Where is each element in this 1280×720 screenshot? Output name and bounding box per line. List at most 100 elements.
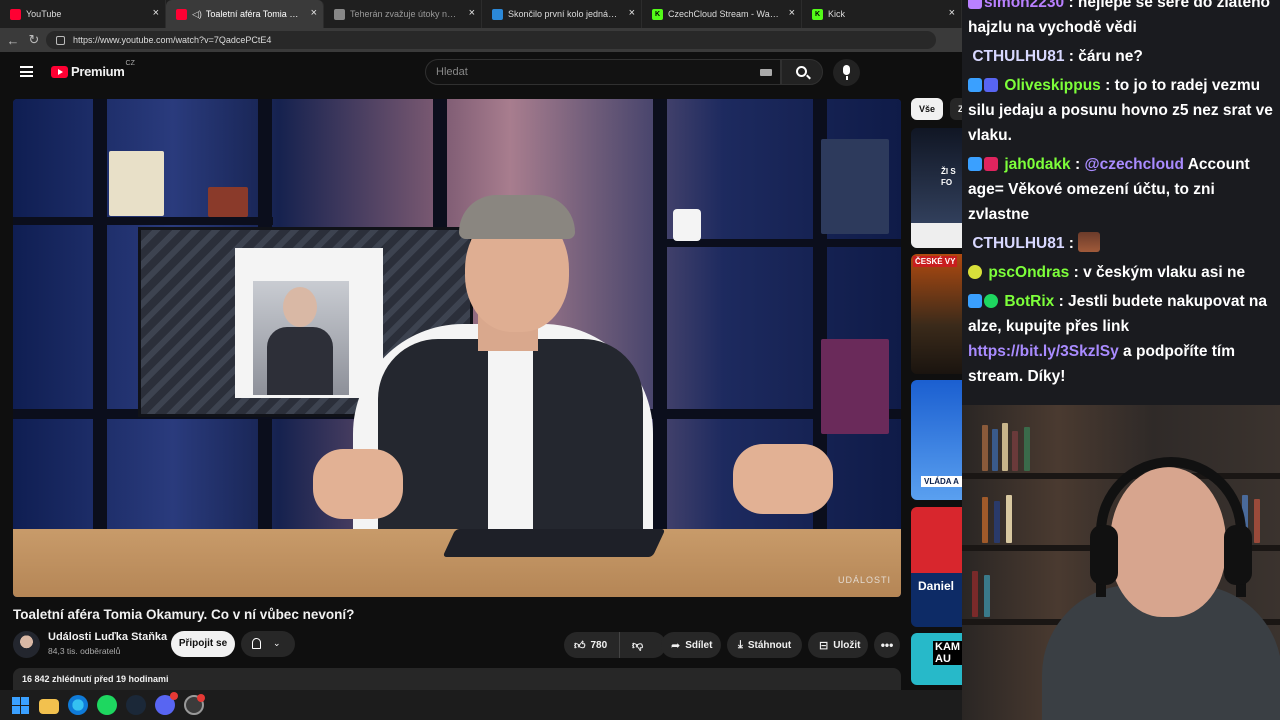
chat-username: CTHULHU81 [972, 48, 1065, 65]
download-button[interactable]: ⤓ Stáhnout [727, 632, 802, 658]
recommended-video-thumbnail[interactable]: Daniel [911, 507, 962, 627]
search-input[interactable]: Hledat [425, 59, 781, 85]
logo-text: Premium [71, 64, 125, 79]
microphone-icon [843, 65, 850, 75]
spotify-icon[interactable] [97, 695, 117, 715]
menu-icon[interactable] [20, 66, 33, 77]
recommended-video-thumbnail[interactable]: ŽI S FO [911, 128, 962, 248]
bookmark-icon: ⊟ [819, 639, 829, 652]
address-bar: ← ↻ https://www.youtube.com/watch?v=7Qad… [0, 28, 962, 52]
chip-all[interactable]: Vše [911, 98, 944, 120]
save-button[interactable]: ⊟ Uložit [808, 632, 868, 658]
download-icon: ⤓ [738, 638, 743, 651]
download-label: Stáhnout [747, 639, 792, 651]
join-button[interactable]: Připojit se [171, 631, 235, 657]
recommended-video-thumbnail[interactable]: ČESKÉ VY [911, 254, 962, 374]
file-explorer-icon[interactable] [39, 699, 59, 714]
badge-icon [968, 157, 982, 171]
chat-message: pscOndras : v českým vlaku asi ne [968, 258, 1274, 287]
chat-message: jah0dakk : @czechcloud Account age= Věko… [968, 156, 1250, 223]
chat-username: CTHULHU81 [972, 235, 1065, 252]
tab-label: Toaletní aféra Tomia Okamury [205, 9, 301, 19]
tab-teheran[interactable]: Teherán zvažuje útoky na vojenské × [324, 0, 482, 28]
description-box[interactable]: 16 842 zhlédnutí před 19 hodinami [13, 668, 901, 690]
chat-username: simon2230 [984, 0, 1065, 11]
tab-czechcloud[interactable]: K CzechCloud Stream - Watch Live o × [642, 0, 802, 28]
windows-taskbar [0, 690, 962, 720]
voice-search-button[interactable] [833, 59, 860, 86]
thumbnail-text: VLÁDA A [921, 476, 962, 487]
tab-label: Teherán zvažuje útoky na vojenské [350, 9, 459, 19]
chat-message: CTHULHU81 : [968, 229, 1274, 258]
subscriber-count: 84,3 tis. odběratelů [48, 646, 121, 656]
chat-message: CTHULHU81 : čáru ne? [972, 48, 1143, 65]
keyboard-icon[interactable] [760, 69, 772, 76]
video-player[interactable]: UDÁLOSTI [13, 99, 901, 597]
tab-label: YouTube [26, 9, 62, 19]
dislike-button[interactable]: 👎︎ [620, 639, 643, 652]
close-icon[interactable]: × [311, 8, 317, 19]
youtube-logo[interactable]: Premium CZ [51, 60, 135, 79]
tab-toaletni-afera[interactable]: ◁) Toaletní aféra Tomia Okamury × [166, 0, 324, 28]
close-icon[interactable]: × [469, 8, 475, 19]
chat-text: v českým vlaku asi ne [1083, 264, 1246, 281]
edge-icon[interactable] [68, 695, 88, 715]
chevron-down-icon: ⌄ [273, 638, 281, 648]
chat-text: čáru ne? [1078, 48, 1143, 65]
save-label: Uložit [833, 639, 861, 651]
back-icon[interactable]: ← [0, 33, 26, 48]
badge-icon [968, 78, 982, 92]
reload-icon[interactable]: ↻ [26, 32, 42, 48]
channel-name[interactable]: Události Luďka Staňka [48, 631, 167, 643]
kick-icon: K [812, 8, 823, 20]
browser-tab-bar: YouTube × ◁) Toaletní aféra Tomia Okamur… [0, 0, 962, 28]
notification-button[interactable]: ⌄ [241, 631, 295, 657]
close-icon[interactable]: × [629, 8, 635, 19]
stream-chat-overlay: simon2230 : nejlepe se sere do zlateho h… [962, 0, 1280, 405]
steam-icon[interactable] [126, 695, 146, 715]
like-dislike-group: 👍︎ 780 👎︎ [564, 632, 666, 658]
views-line: 16 842 zhlédnutí před 19 hodinami [22, 674, 169, 684]
close-icon[interactable]: × [153, 8, 159, 19]
close-icon[interactable]: × [949, 8, 955, 19]
badge-icon [984, 78, 998, 92]
recommended-video-thumbnail[interactable]: KAM AU [911, 633, 962, 685]
chat-message: Oliveskippus : to jo to radej vezmu silu… [968, 77, 1273, 144]
close-icon[interactable]: × [789, 8, 795, 19]
logo-region: CZ [125, 60, 135, 67]
tab-youtube[interactable]: YouTube × [0, 0, 166, 28]
site-info-icon[interactable] [56, 35, 65, 45]
tab-skoncilo[interactable]: Skončilo první kolo jednání minist × [482, 0, 642, 28]
channel-avatar[interactable] [13, 631, 40, 658]
speaker-icon[interactable]: ◁) [192, 9, 202, 20]
share-button[interactable]: ➦ Sdílet [661, 632, 721, 658]
book-decoration [821, 339, 889, 434]
tablet [442, 529, 666, 557]
chat-username: Oliveskippus [1004, 77, 1101, 94]
recommended-video-thumbnail[interactable]: VLÁDA A [911, 380, 962, 500]
discord-icon[interactable] [155, 692, 178, 715]
thumbs-up-icon: 👍︎ [574, 639, 586, 652]
verified-icon [984, 294, 998, 308]
app-icon[interactable] [184, 694, 205, 715]
book-decoration [109, 151, 164, 216]
more-actions-button[interactable]: ••• [874, 632, 900, 658]
windows-start-icon[interactable] [10, 695, 30, 715]
badge-icon [968, 294, 982, 308]
like-button[interactable]: 👍︎ 780 [564, 632, 620, 658]
search-button[interactable] [781, 59, 823, 85]
thumbnail-text: ČESKÉ VY [913, 256, 958, 267]
chat-link[interactable]: https://bit.ly/3SkzlSy [968, 343, 1119, 360]
tab-kick[interactable]: K Kick × [802, 0, 962, 28]
book-decoration [208, 187, 248, 217]
url-text: https://www.youtube.com/watch?v=7QadcePC… [73, 35, 272, 45]
share-icon: ➦ [671, 639, 681, 652]
thumbnail-text: KAM AU [933, 641, 962, 665]
chat-mention: @czechcloud [1084, 156, 1184, 173]
tweet-image [235, 248, 383, 398]
streamer-webcam [962, 405, 1280, 720]
channel-watermark: UDÁLOSTI [837, 575, 891, 585]
url-field[interactable]: https://www.youtube.com/watch?v=7QadcePC… [46, 31, 936, 49]
video-title: Toaletní aféra Tomia Okamury. Co v ní vů… [13, 607, 355, 622]
book-decoration [821, 139, 889, 234]
